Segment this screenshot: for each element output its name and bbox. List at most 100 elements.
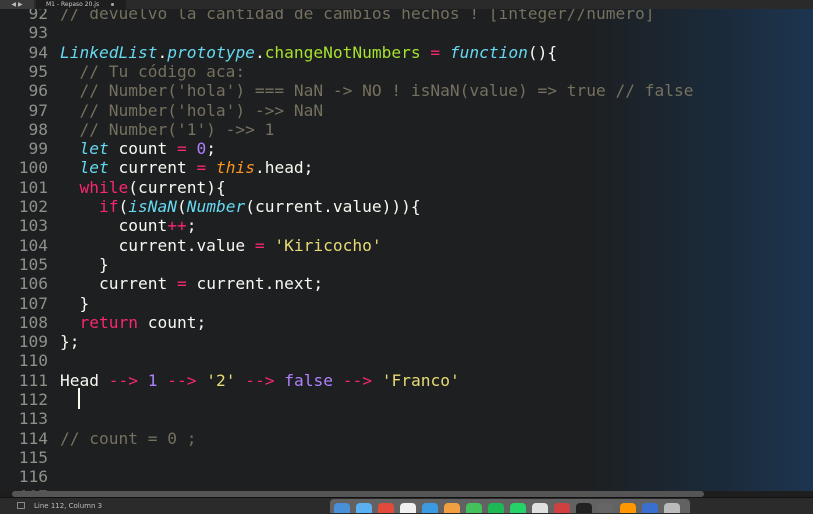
mail-icon[interactable]	[422, 503, 438, 513]
code-line[interactable]: 108 return count;	[0, 313, 206, 332]
code-token: ++	[167, 216, 187, 236]
code-token: current.value	[60, 235, 255, 255]
line-number: 92	[28, 9, 49, 23]
code-line[interactable]: 102 if(isNaN(Number(current.value))){	[0, 197, 421, 216]
code-token: -->	[108, 370, 138, 390]
code-line[interactable]: 92 // devuelvo la cantidad de cambios hec…	[0, 9, 655, 23]
code-token: =	[254, 235, 265, 255]
code-line[interactable]: 100 let current = this.head;	[0, 158, 314, 178]
line-code: // Number('1') ->> 1	[60, 120, 274, 139]
code-line[interactable]: 96 // Number('hola') === NaN -> NO ! isN…	[0, 81, 694, 100]
code-line[interactable]: 111 Head --> 1 --> '2' --> false --> 'Fra…	[0, 371, 460, 390]
trash-icon[interactable]	[664, 503, 680, 513]
calculator-icon[interactable]	[598, 503, 614, 513]
code-line[interactable]: 112	[0, 390, 60, 409]
code-token: false	[284, 370, 333, 390]
sublime-icon[interactable]	[620, 503, 636, 513]
code-token: -->	[245, 370, 275, 390]
line-code: // devuelvo la cantidad de cambios hecho…	[60, 9, 655, 23]
code-token: (current){	[128, 177, 226, 197]
finder-icon[interactable]	[334, 503, 350, 513]
line-code: let current = this.head;	[60, 158, 314, 178]
code-token: =	[430, 42, 441, 62]
code-line[interactable]: 95 // Tu código aca:	[0, 61, 246, 81]
code-token: 'Franco'	[381, 370, 460, 390]
code-line[interactable]: 94 LinkedList.prototype.changeNotNumbers …	[0, 42, 558, 62]
code-line[interactable]: 105 }	[0, 255, 109, 274]
cursor-position: Line 112, Column 3	[34, 502, 103, 510]
spotify-icon[interactable]	[488, 503, 504, 513]
code-token: (	[118, 197, 129, 216]
code-editor[interactable]: 92 // devuelvo la cantidad de cambios hec…	[0, 9, 813, 491]
code-line[interactable]: 103 count++;	[0, 216, 197, 235]
code-token: // Number('hola') ->> NaN	[60, 100, 324, 120]
code-line[interactable]: 116	[0, 467, 60, 486]
music-icon[interactable]	[532, 503, 548, 513]
safari-icon[interactable]	[356, 503, 372, 513]
code-line[interactable]: 98 // Number('1') ->> 1	[0, 120, 275, 139]
messages-icon[interactable]	[466, 503, 482, 513]
line-code: current.value = 'Kiricocho'	[60, 235, 382, 255]
code-line[interactable]: 93	[0, 23, 60, 42]
line-number: 113	[18, 409, 48, 429]
code-line[interactable]: 99 let count = 0;	[0, 139, 216, 158]
code-line[interactable]: 107 }	[0, 293, 90, 313]
terminal-icon[interactable]	[576, 503, 592, 513]
whatsapp-icon[interactable]	[510, 503, 526, 513]
line-number: 104	[18, 235, 48, 255]
code-line[interactable]: 110	[0, 351, 60, 370]
code-token: ;	[186, 216, 197, 236]
line-number: 102	[18, 197, 48, 216]
app-icon[interactable]	[642, 503, 658, 513]
code-token: =	[196, 158, 207, 178]
code-line[interactable]: 109};	[0, 332, 80, 351]
chrome-icon[interactable]	[378, 503, 394, 513]
photos-icon[interactable]	[444, 503, 460, 513]
line-number: 94	[28, 42, 49, 62]
code-line[interactable]: 97 // Number('hola') ->> NaN	[0, 100, 324, 120]
code-token: this	[215, 158, 255, 178]
photo-booth-icon[interactable]	[554, 503, 570, 513]
line-code: if(isNaN(Number(current.value))){	[60, 197, 421, 216]
code-token: (){	[527, 42, 558, 62]
code-token: isNaN	[128, 197, 177, 216]
code-token: function	[449, 42, 528, 62]
code-line[interactable]: 106 current = current.next;	[0, 274, 323, 293]
code-token: 'Kiricocho'	[274, 235, 382, 255]
line-number: 106	[18, 274, 48, 294]
code-token: count	[108, 139, 177, 159]
panel-toggle-icon[interactable]	[17, 502, 25, 509]
code-token: count;	[137, 312, 207, 332]
code-line[interactable]: 101 while(current){	[0, 178, 226, 197]
code-token: 0	[196, 139, 207, 159]
calendar-icon[interactable]	[400, 503, 416, 513]
line-number: 93	[28, 23, 49, 43]
code-token: // Number('1') ->> 1	[60, 119, 275, 139]
code-line[interactable]: 104 current.value = 'Kiricocho'	[0, 236, 382, 255]
code-token: }	[60, 254, 109, 274]
line-code: return count;	[60, 312, 207, 332]
line-number: 107	[18, 293, 48, 313]
line-code: current = current.next;	[60, 274, 323, 293]
code-line[interactable]: 113	[0, 409, 60, 428]
code-token: '2'	[206, 370, 236, 390]
line-number: 99	[28, 139, 49, 159]
line-number: 114	[18, 428, 48, 448]
line-code: count++;	[60, 216, 196, 235]
line-number: 95	[28, 61, 49, 81]
line-number: 100	[18, 158, 48, 178]
line-code: }	[60, 255, 109, 274]
unsaved-dot-icon[interactable]	[111, 3, 114, 6]
code-line[interactable]: 115	[0, 448, 60, 467]
code-token: -->	[342, 370, 372, 390]
code-line[interactable]: 114 // count = 0 ;	[0, 428, 197, 448]
tab-nav-arrows[interactable]: ◀ ▶	[0, 0, 34, 9]
code-token: Number	[186, 197, 246, 216]
